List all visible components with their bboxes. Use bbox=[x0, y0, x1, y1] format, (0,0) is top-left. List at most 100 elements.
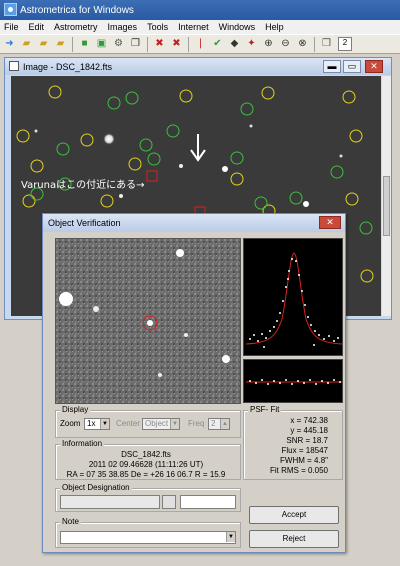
catalog-marker bbox=[342, 90, 356, 104]
arrow-pointer bbox=[190, 134, 206, 162]
toolbar-separator bbox=[314, 36, 315, 52]
object-designation-group: Object Designation bbox=[55, 483, 241, 512]
dialog-title: Object Verification bbox=[48, 218, 121, 228]
chevron-down-icon: ▼ bbox=[170, 419, 179, 429]
designation-secondary-input[interactable] bbox=[180, 495, 236, 509]
vertical-scrollbar[interactable] bbox=[382, 76, 391, 316]
stack-icon[interactable]: ❒ bbox=[319, 37, 334, 52]
close-button[interactable]: ✕ bbox=[365, 60, 383, 73]
catalog-marker bbox=[128, 157, 142, 171]
red-mark-icon[interactable]: ❘ bbox=[193, 37, 208, 52]
star bbox=[119, 194, 123, 198]
star bbox=[184, 333, 188, 337]
information-group: Information DSC_1842.fts 2011 02 09.4662… bbox=[55, 439, 241, 480]
zoom-in-icon[interactable]: ⊕ bbox=[261, 37, 276, 52]
object-designation-label: Object Designation bbox=[60, 483, 132, 492]
detected-marker bbox=[254, 196, 268, 210]
reject-button[interactable]: Reject bbox=[249, 530, 339, 548]
menu-windows[interactable]: Windows bbox=[219, 22, 256, 32]
zoom-select[interactable]: 1x ▼ bbox=[84, 418, 110, 430]
diamond-icon[interactable]: ◆ bbox=[227, 37, 242, 52]
psf-profile-plot bbox=[243, 238, 343, 356]
detected-marker bbox=[240, 102, 254, 116]
menu-help[interactable]: Help bbox=[265, 22, 284, 32]
freq-spinner-value: 2 bbox=[211, 419, 216, 428]
copy-icon[interactable]: ❐ bbox=[128, 37, 143, 52]
display-group-label: Display bbox=[60, 405, 91, 414]
star bbox=[176, 249, 184, 257]
settings-icon[interactable]: ⚙ bbox=[111, 37, 126, 52]
detected-marker bbox=[139, 138, 153, 152]
check-icon[interactable]: ✔ bbox=[210, 37, 225, 52]
catalog-marker bbox=[360, 269, 374, 283]
star bbox=[103, 133, 115, 145]
object-image[interactable] bbox=[55, 238, 241, 404]
information-group-label: Information bbox=[60, 439, 105, 448]
catalog-marker bbox=[179, 89, 193, 103]
psf-profile-svg bbox=[245, 252, 343, 348]
maximize-button[interactable]: ▭ bbox=[343, 60, 361, 73]
open-folder-icon[interactable]: ▰ bbox=[36, 37, 51, 52]
app-title: Astrometrica for Windows bbox=[20, 4, 134, 16]
toolbar-separator bbox=[188, 36, 189, 52]
star bbox=[222, 166, 228, 172]
designation-input[interactable] bbox=[60, 495, 160, 509]
psf-fwhm: FWHM = 4.8" bbox=[280, 456, 328, 465]
menu-tools[interactable]: Tools bbox=[147, 22, 168, 32]
app-titlebar: Astrometrica for Windows bbox=[0, 0, 400, 20]
designation-dropdown-button[interactable] bbox=[162, 495, 176, 509]
catalog-marker bbox=[22, 194, 36, 208]
detected-marker bbox=[166, 124, 180, 138]
psf-residuals-plot bbox=[243, 359, 343, 403]
chevron-down-icon: ▼ bbox=[226, 532, 235, 542]
menu-file[interactable]: File bbox=[4, 22, 19, 32]
center-select[interactable]: Object ▼ bbox=[142, 418, 180, 430]
toolbar-separator bbox=[72, 36, 73, 52]
green-square-icon[interactable]: ▣ bbox=[94, 37, 109, 52]
folder-icon[interactable]: ■ bbox=[77, 37, 92, 52]
send-icon[interactable]: ➜ bbox=[2, 37, 17, 52]
target-marker bbox=[146, 170, 158, 182]
open-folder-icon[interactable]: ▰ bbox=[19, 37, 34, 52]
freq-label: Freq bbox=[188, 419, 205, 428]
star bbox=[339, 154, 343, 158]
menu-images[interactable]: Images bbox=[108, 22, 138, 32]
catalog-marker bbox=[349, 129, 363, 143]
detected-marker bbox=[56, 142, 70, 156]
accept-button[interactable]: Accept bbox=[249, 506, 339, 524]
display-group: Display Zoom 1x ▼ Center Object ▼ Freq 2… bbox=[55, 405, 241, 438]
image-window-title: Image - DSC_1842.fts bbox=[23, 61, 113, 72]
note-select[interactable]: ▼ bbox=[60, 531, 236, 544]
fit-icon[interactable]: ⊗ bbox=[295, 37, 310, 52]
center-select-value: Object bbox=[145, 419, 169, 428]
menu-astrometry[interactable]: Astrometry bbox=[54, 22, 98, 32]
psf-y: y = 445.18 bbox=[290, 426, 328, 435]
note-label: Note bbox=[60, 517, 81, 526]
star bbox=[179, 164, 183, 168]
freq-spinner[interactable]: 2 ▲ bbox=[208, 418, 230, 430]
zoom-out-icon[interactable]: ⊖ bbox=[278, 37, 293, 52]
psf-residuals-svg bbox=[246, 379, 342, 385]
info-date: 2011 02 09.46628 (11:11:26 UT) bbox=[88, 460, 204, 469]
image-window-icon bbox=[9, 61, 19, 71]
chevron-down-icon: ▼ bbox=[100, 419, 109, 429]
menu-edit[interactable]: Edit bbox=[29, 22, 45, 32]
scrollbar-thumb[interactable] bbox=[383, 176, 390, 236]
psf-fit-group-label: PSF- Fit bbox=[248, 405, 282, 414]
dialog-close-button[interactable]: ✕ bbox=[319, 216, 341, 229]
target-star bbox=[147, 320, 153, 326]
detected-marker bbox=[107, 96, 121, 110]
detected-marker bbox=[359, 221, 373, 235]
open-folder-icon[interactable]: ▰ bbox=[53, 37, 68, 52]
minimize-button[interactable]: ▬ bbox=[323, 60, 341, 73]
star bbox=[59, 292, 73, 306]
info-coordinates: RA = 07 35 38.85 De = +26 16 06.7 R = 15… bbox=[66, 470, 226, 479]
detected-marker bbox=[147, 152, 161, 166]
red-cross-icon[interactable]: ✖ bbox=[169, 37, 184, 52]
red-cross-icon[interactable]: ✖ bbox=[152, 37, 167, 52]
menu-internet[interactable]: Internet bbox=[178, 22, 209, 32]
zoom-spinner[interactable]: 2 bbox=[338, 37, 352, 51]
star-icon[interactable]: ✦ bbox=[244, 37, 259, 52]
note-group: Note ▼ bbox=[55, 517, 241, 548]
detected-marker bbox=[289, 191, 303, 205]
